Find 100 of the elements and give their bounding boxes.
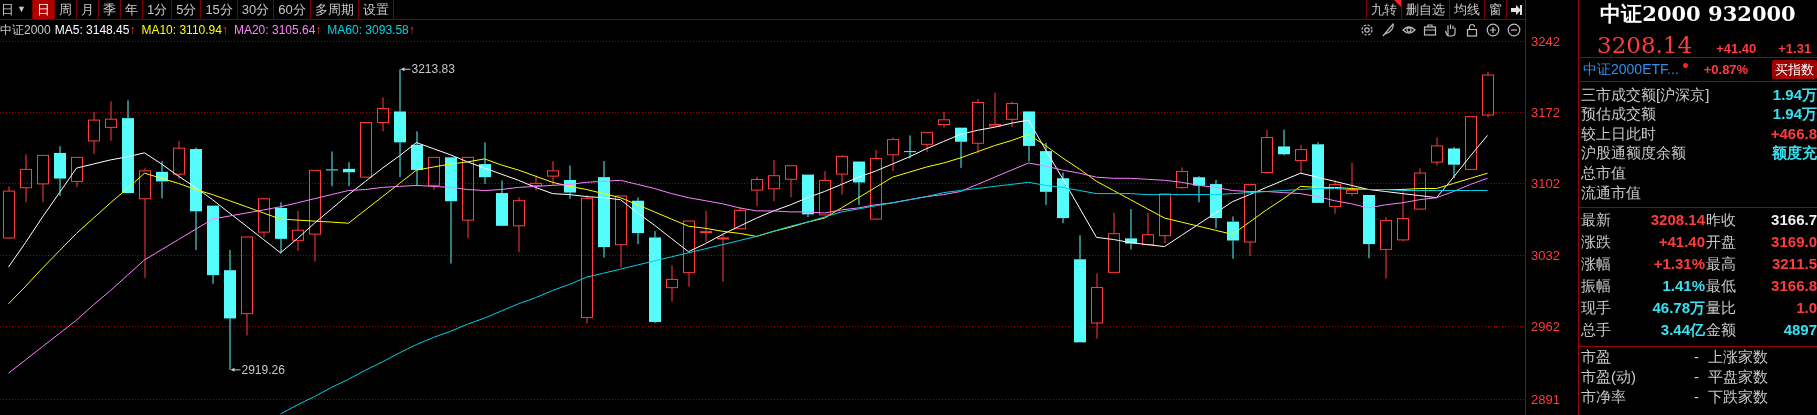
info-label: 沪股通额度余额 [1581, 143, 1686, 164]
candlestick [1482, 71, 1494, 118]
axis-label: 3242 [1531, 34, 1560, 48]
candlestick [1278, 129, 1290, 156]
candlestick [1159, 192, 1171, 244]
last-price: 3208.14 [1597, 31, 1693, 60]
candlestick [955, 127, 967, 169]
breadth-label: 平盘家数 [1708, 367, 1768, 388]
period-tab[interactable]: 60分 [274, 0, 311, 19]
candlestick [513, 196, 525, 253]
feather-icon[interactable] [1381, 23, 1395, 37]
stat-label: 昨收 [1706, 210, 1736, 231]
candlestick [1142, 212, 1154, 247]
stat-label: 量比 [1706, 298, 1736, 319]
hand-icon[interactable] [1444, 23, 1458, 37]
candlestick [1312, 141, 1324, 204]
period-tab[interactable]: 多周期 [310, 0, 359, 19]
up-arrow-icon: ↑ [221, 21, 228, 39]
candlestick [904, 134, 916, 159]
period-tab[interactable]: 1分 [142, 0, 173, 19]
candlestick [547, 160, 559, 186]
candlestick [292, 210, 304, 252]
candlestick [1023, 110, 1035, 163]
candlestick [921, 131, 933, 153]
candlestick [802, 174, 814, 218]
candlestick [700, 210, 712, 243]
stat-label: 金额 [1706, 320, 1736, 341]
valuation-value: - [1694, 347, 1700, 368]
stat-value: 3169.0 [1771, 232, 1817, 253]
stat-value: 3.44亿 [1660, 320, 1705, 341]
period-tab[interactable]: 30分 [237, 0, 275, 19]
toolbar-button[interactable]: 删自选 [1401, 0, 1449, 19]
candlestick [1006, 101, 1018, 128]
candlestick [1363, 194, 1375, 259]
candlestick [428, 156, 440, 191]
moving-average-value: MA10: 3110.94 [141, 22, 222, 39]
stat-value: 3208.14 [1650, 210, 1705, 231]
period-tab[interactable]: 周 [54, 0, 77, 19]
period-dropdown[interactable]: 日 ▼ [0, 0, 33, 19]
candlestick [1091, 272, 1103, 340]
settings-icon[interactable] [1360, 23, 1374, 37]
candlestick [938, 111, 950, 129]
stat-value: 3211.5 [1771, 254, 1817, 275]
candlestick [887, 137, 899, 172]
toolbar-button[interactable]: 窗 [1484, 0, 1506, 19]
period-tab[interactable]: 设置 [358, 0, 394, 19]
stat-label: 最新 [1581, 210, 1611, 231]
period-tab[interactable]: 15分 [201, 0, 238, 19]
toolbar-button[interactable]: 九转 [1366, 0, 1401, 19]
period-tab[interactable]: 5分 [172, 0, 202, 19]
axis-label: 3102 [1531, 177, 1560, 191]
period-tab[interactable]: 日 [32, 0, 55, 19]
zoom-out-icon[interactable] [1507, 23, 1521, 37]
stat-value: 3166.7 [1771, 210, 1817, 231]
period-tab[interactable]: 季 [98, 0, 121, 19]
moving-average-value: MA60: 3093.58 [327, 22, 409, 39]
valuation-label: 市净率 [1581, 387, 1627, 408]
price-label: 3213.83 [411, 62, 455, 77]
axis-label: 3032 [1531, 248, 1560, 262]
valuation-label: 市盈 [1581, 347, 1612, 368]
etf-link[interactable]: 中证2000ETF... [1583, 59, 1679, 80]
candlestick [717, 233, 729, 283]
breadth-label: 下跌家数 [1708, 387, 1768, 408]
moving-average-value: MA5: 3148.45 [54, 22, 130, 39]
candlestick [836, 154, 848, 195]
toolbar-button[interactable]: 均线 [1449, 0, 1484, 19]
stat-label: 现手 [1581, 298, 1611, 319]
up-arrow-icon: ↑ [408, 21, 415, 39]
lock-icon[interactable] [1465, 23, 1479, 37]
candlestick [632, 196, 644, 245]
leader-arrow [400, 67, 411, 72]
period-tab[interactable]: 月 [76, 0, 99, 19]
briefcase-icon[interactable] [1423, 23, 1437, 37]
info-value: 1.94万 [1772, 84, 1817, 105]
eye-icon[interactable] [1402, 23, 1416, 37]
stat-value: 3166.8 [1771, 276, 1817, 297]
candlestick [3, 185, 15, 239]
period-tab[interactable]: 年 [120, 0, 143, 19]
stat-value: 1.41% [1662, 276, 1705, 297]
valuation-value: - [1694, 367, 1700, 388]
candlestick [156, 160, 168, 199]
candlestick [785, 165, 797, 198]
buy-index-button[interactable]: 买指数 [1772, 59, 1817, 80]
candlestick [1176, 166, 1188, 190]
index-name: 中证2000 [0, 22, 51, 39]
moving-average-value: MA20: 3105.64 [233, 22, 316, 39]
stat-value: 1.0 [1796, 298, 1817, 319]
candlestick [1210, 179, 1222, 229]
zoom-in-icon[interactable] [1486, 23, 1500, 37]
candlestick [989, 92, 1001, 128]
percent-change: +1.31 [1778, 40, 1812, 58]
candlestick [1346, 162, 1358, 197]
candlestick [71, 156, 83, 188]
arrow-to-bar-icon [1510, 3, 1522, 16]
candlestick [54, 145, 66, 197]
candlestick [683, 220, 695, 288]
collapse-button[interactable] [1506, 0, 1525, 19]
candlestick [275, 201, 287, 254]
candlestick [564, 165, 576, 200]
stat-label: 涨幅 [1581, 254, 1611, 275]
